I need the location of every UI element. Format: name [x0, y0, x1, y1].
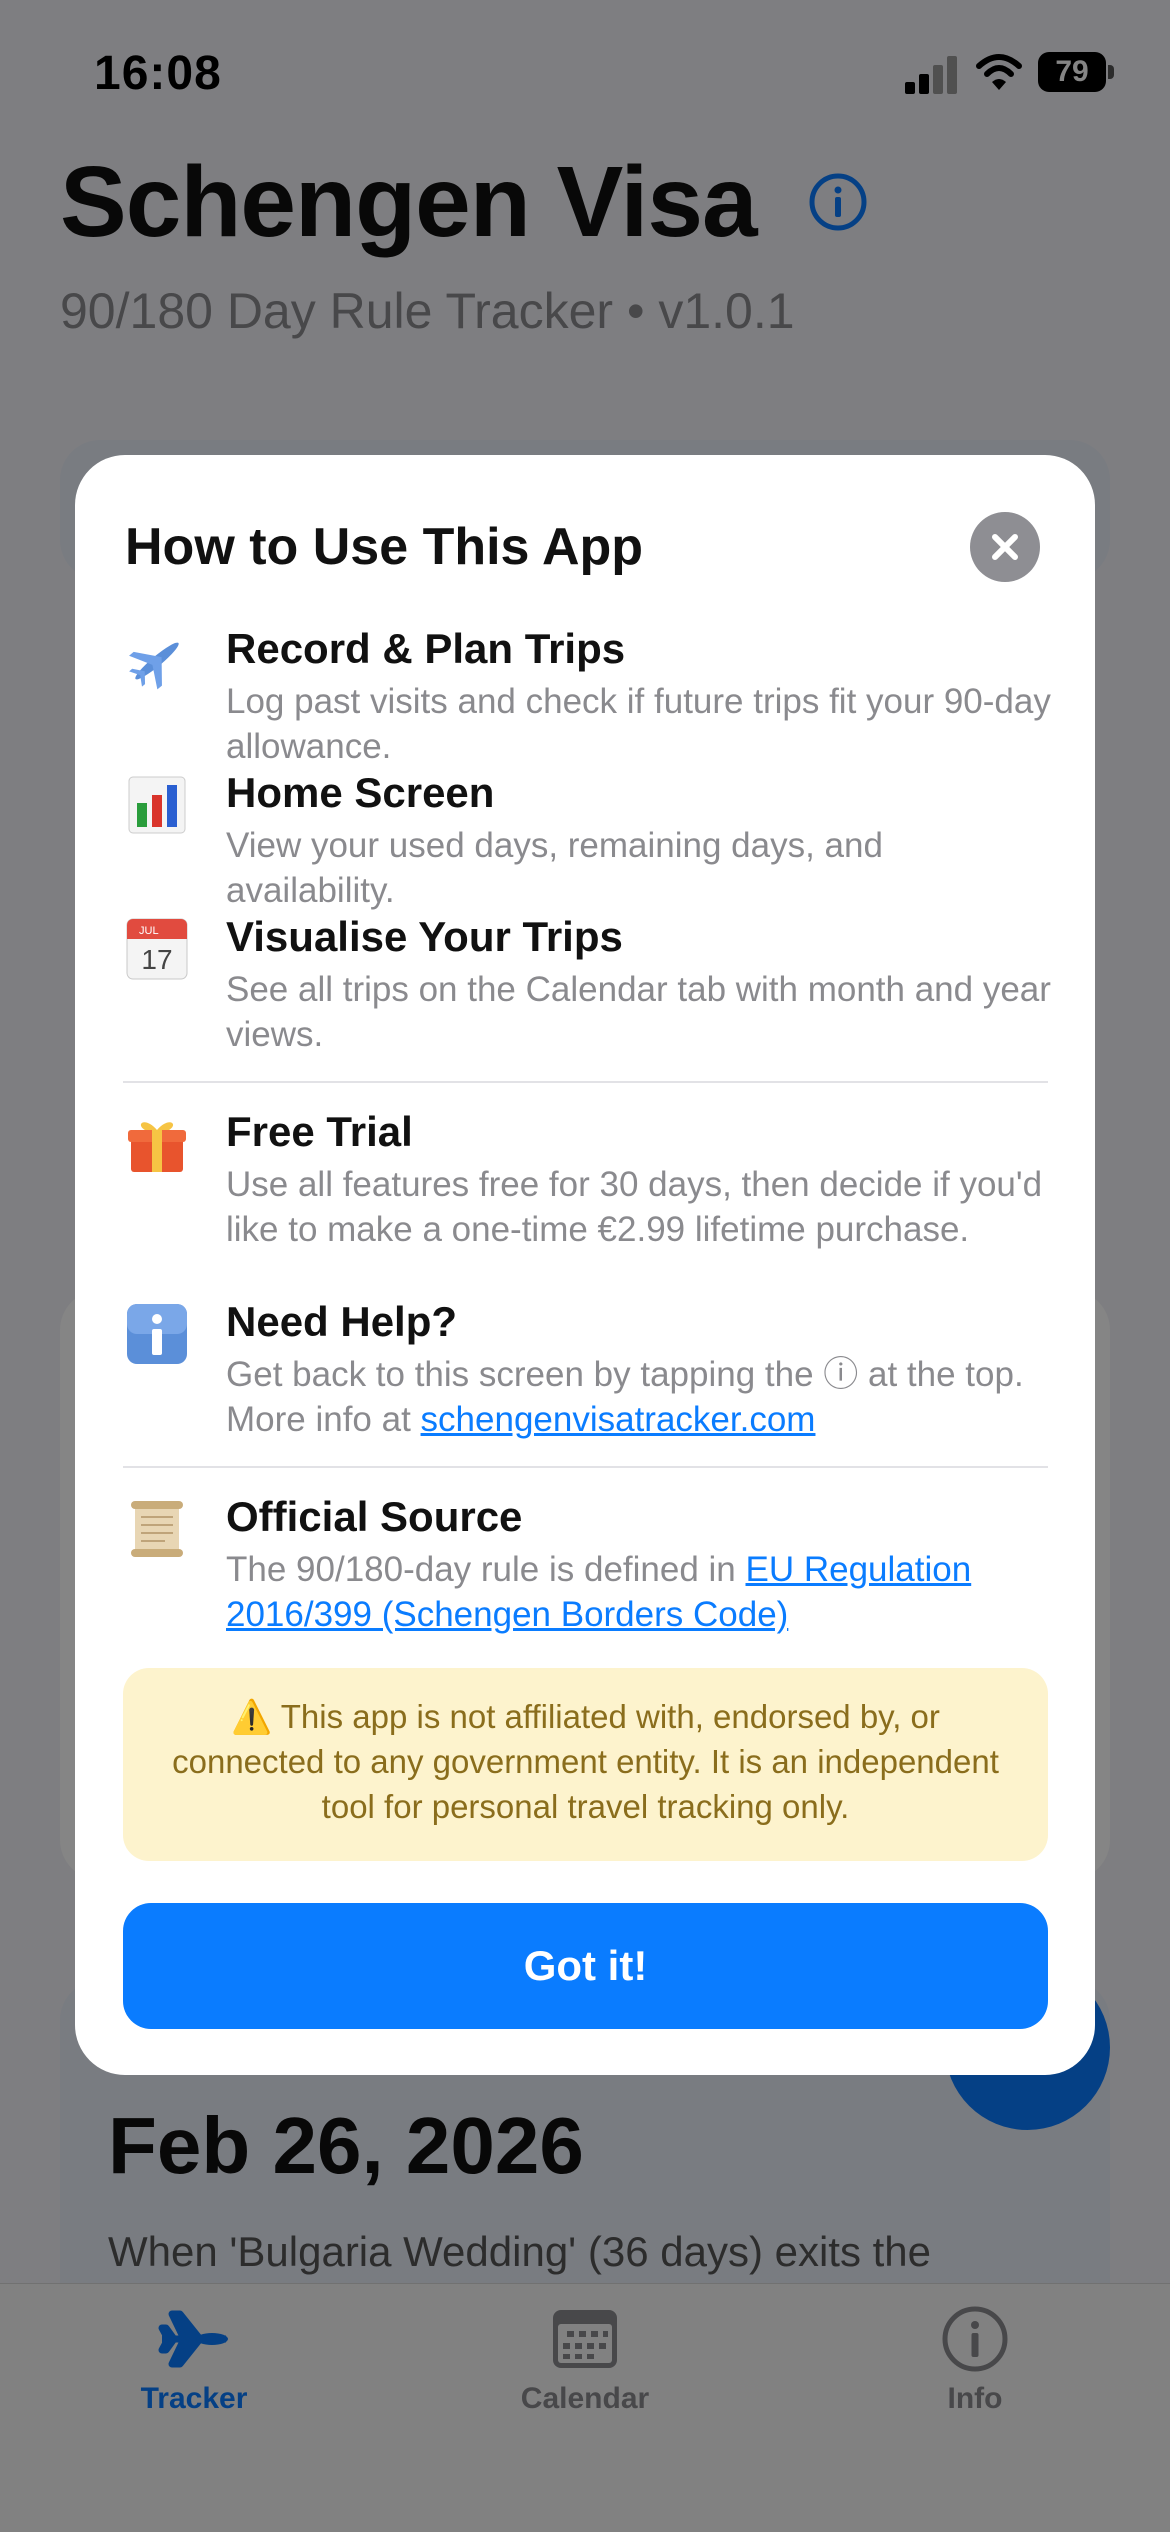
disclaimer-box: ⚠️ This app is not affiliated with, endo…	[123, 1668, 1048, 1861]
close-button[interactable]	[970, 512, 1040, 582]
calendar-month: JUL	[139, 925, 159, 937]
divider	[123, 1081, 1048, 1083]
help-modal: How to Use This App Record & Plan Trips …	[75, 455, 1095, 2075]
bar-chart-icon	[128, 776, 186, 834]
item-title: Home Screen	[226, 769, 495, 816]
info-icon	[127, 1304, 187, 1364]
item-title: Visualise Your Trips	[226, 913, 623, 960]
calendar-icon: JUL 17	[126, 918, 188, 980]
calendar-day: 17	[141, 944, 172, 975]
scroll-icon	[131, 1501, 183, 1557]
website-link[interactable]: schengenvisatracker.com	[421, 1400, 816, 1439]
gift-icon	[128, 1122, 186, 1172]
close-icon	[992, 534, 1018, 560]
item-title: Free Trial	[226, 1108, 413, 1155]
item-description: See all trips on the Calendar tab with m…	[226, 970, 1051, 1054]
modal-title: How to Use This App	[125, 518, 644, 576]
airplane-icon	[129, 642, 179, 690]
item-title: Record & Plan Trips	[226, 625, 626, 672]
item-title: Need Help?	[226, 1298, 458, 1345]
item-description: View your used days, remaining days, and…	[226, 826, 883, 910]
item-description: Log past visits and check if future trip…	[226, 682, 1051, 766]
item-description-text: The 90/180-day rule is defined in	[226, 1550, 746, 1589]
item-description: Get back to this screen by tapping the ⓘ…	[226, 1352, 1056, 1442]
item-title: Official Source	[226, 1493, 523, 1540]
got-it-button[interactable]: Got it!	[123, 1903, 1048, 2029]
item-description: Use all features free for 30 days, then …	[226, 1165, 1043, 1249]
item-description: The 90/180-day rule is defined in EU Reg…	[226, 1547, 1056, 1637]
divider	[123, 1466, 1048, 1468]
